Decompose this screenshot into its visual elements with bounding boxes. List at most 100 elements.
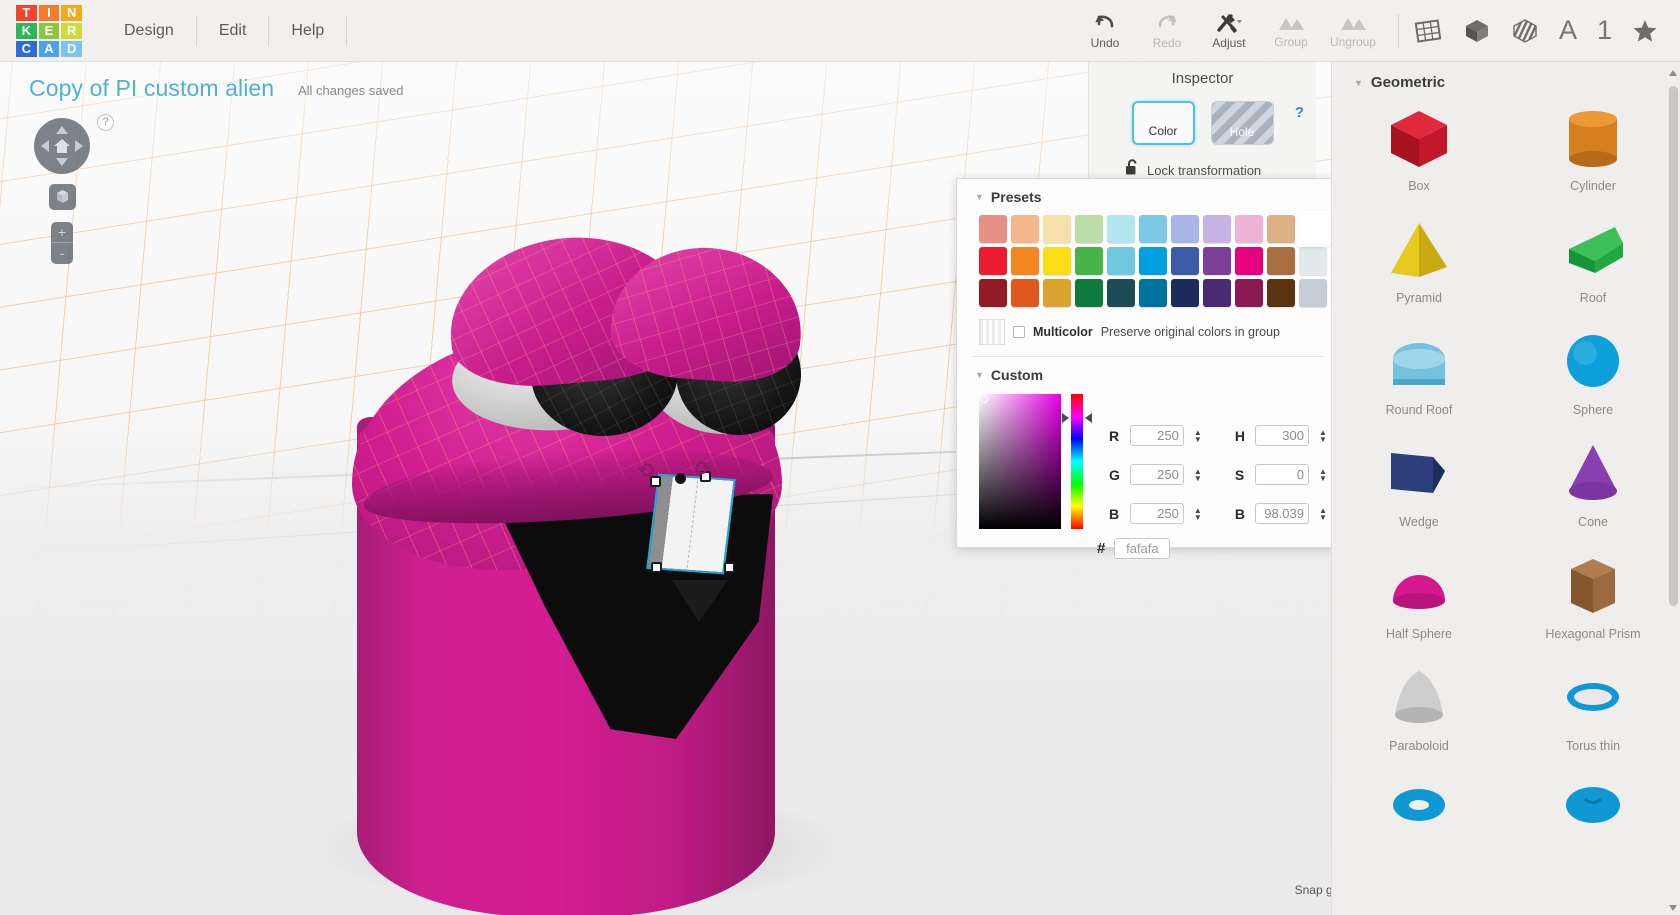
number-tool-icon[interactable]: 1 (1597, 15, 1612, 46)
shape-item-box[interactable]: Box (1332, 97, 1506, 209)
rotate-handle-right[interactable]: ⟳ (695, 456, 712, 481)
chevron-down-icon[interactable]: ▼ (975, 370, 984, 380)
shape-item-torus[interactable] (1332, 769, 1506, 881)
shape-item-round-roof[interactable]: Round Roof (1332, 321, 1506, 433)
scroll-up-icon[interactable] (1669, 70, 1677, 76)
shape-item-cone[interactable]: Cone (1506, 433, 1680, 545)
resize-handle[interactable] (724, 562, 735, 573)
custom-header[interactable]: ▼ Custom (957, 357, 1338, 383)
selected-object[interactable] (646, 473, 736, 575)
workplane-icon[interactable] (1413, 17, 1443, 45)
preset-swatch[interactable] (1011, 247, 1039, 275)
preset-swatch[interactable] (1043, 215, 1071, 243)
help-icon[interactable]: ? (97, 114, 114, 131)
r-input[interactable]: 250 (1129, 425, 1184, 446)
shape-item-wedge[interactable]: Wedge (1332, 433, 1506, 545)
menu-item-edit[interactable]: Edit (197, 15, 270, 46)
transparent-view-icon[interactable] (1511, 17, 1539, 45)
b-input[interactable]: 250 (1129, 503, 1184, 524)
preset-swatch[interactable] (979, 247, 1007, 275)
adjust-button[interactable]: Adjust (1198, 12, 1260, 50)
menu-item-design[interactable]: Design (102, 15, 197, 46)
chevron-down-icon[interactable]: ▼ (975, 192, 984, 202)
shape-item-hexagonal-prism[interactable]: Hexagonal Prism (1506, 545, 1680, 657)
scroll-down-icon[interactable] (1669, 905, 1677, 911)
preset-swatch[interactable] (1299, 247, 1327, 275)
tinkercad-logo[interactable]: T I N K E R C A D (16, 4, 82, 57)
preset-swatch[interactable] (1011, 279, 1039, 307)
pan-up-icon[interactable] (56, 126, 68, 134)
shape-item-roof[interactable]: Roof (1506, 209, 1680, 321)
preset-swatch[interactable] (1235, 279, 1263, 307)
star-icon[interactable] (1632, 18, 1658, 44)
resize-handle[interactable] (675, 473, 686, 484)
h-input[interactable]: 300 (1255, 425, 1309, 446)
preset-swatch[interactable] (1107, 247, 1135, 275)
chevron-down-icon[interactable]: ▼ (1354, 78, 1363, 88)
preset-swatch[interactable] (1267, 247, 1295, 275)
preset-swatch[interactable] (1043, 247, 1071, 275)
preset-swatch[interactable] (1203, 247, 1231, 275)
multicolor-icon[interactable] (979, 319, 1005, 345)
preset-swatch[interactable] (1203, 279, 1231, 307)
preset-swatch[interactable] (1107, 215, 1135, 243)
pan-left-icon[interactable] (41, 140, 49, 152)
view-cube-disc[interactable] (34, 118, 90, 174)
preset-swatch[interactable] (1011, 215, 1039, 243)
preset-swatch[interactable] (979, 279, 1007, 307)
ungroup-button[interactable]: Ungroup (1322, 13, 1384, 49)
g-stepper[interactable]: ▲ ▼ (1194, 467, 1203, 482)
library-scrollbar[interactable] (1669, 68, 1678, 913)
preset-swatch[interactable] (1139, 279, 1167, 307)
shape-item-half-sphere[interactable]: Half Sphere (1332, 545, 1506, 657)
multicolor-checkbox[interactable] (1013, 326, 1025, 338)
zoom-out-button[interactable]: - (51, 243, 73, 264)
menu-item-help[interactable]: Help (269, 15, 348, 46)
s-input[interactable]: 0 (1255, 464, 1309, 485)
color-swatch-button[interactable]: Color (1131, 101, 1195, 145)
preset-swatch[interactable] (1171, 279, 1199, 307)
presets-header[interactable]: ▼ Presets (957, 179, 1338, 205)
sv-cursor[interactable] (980, 395, 988, 403)
undo-button[interactable]: Undo (1074, 12, 1136, 50)
preset-swatch[interactable] (1203, 215, 1231, 243)
brightness-input[interactable]: 98.039 (1255, 503, 1309, 524)
hole-swatch-button[interactable]: Hole (1210, 101, 1274, 145)
text-tool-icon[interactable]: A (1559, 15, 1577, 46)
preset-swatch[interactable] (1235, 215, 1263, 243)
shape-item-cylinder[interactable]: Cylinder (1506, 97, 1680, 209)
group-button[interactable]: Group (1260, 13, 1322, 49)
preset-swatch[interactable] (1075, 247, 1103, 275)
preset-swatch[interactable] (1139, 215, 1167, 243)
zoom-in-button[interactable]: + (51, 222, 73, 243)
preset-swatch[interactable] (1075, 279, 1103, 307)
preset-swatch[interactable] (1267, 279, 1295, 307)
r-stepper[interactable]: ▲ ▼ (1194, 428, 1203, 443)
inspector-help-icon[interactable]: ? (1295, 104, 1304, 121)
preset-swatch[interactable] (1299, 279, 1327, 307)
preset-swatch[interactable] (1171, 215, 1199, 243)
preset-swatch[interactable] (1267, 215, 1295, 243)
fit-view-button[interactable] (49, 184, 76, 210)
preset-swatch[interactable] (1171, 247, 1199, 275)
preset-swatch[interactable] (979, 215, 1007, 243)
preset-swatch[interactable] (1107, 279, 1135, 307)
hex-input[interactable]: fafafa (1114, 538, 1171, 559)
preset-swatch-selected[interactable] (1295, 211, 1331, 247)
hue-slider[interactable] (1062, 394, 1092, 529)
preset-swatch[interactable] (1043, 279, 1071, 307)
b-stepper[interactable]: ▲ ▼ (1194, 506, 1203, 521)
shape-item-torus-thick[interactable] (1506, 769, 1680, 881)
scroll-thumb[interactable] (1669, 86, 1678, 606)
brightness-stepper[interactable]: ▲ ▼ (1319, 506, 1328, 521)
shape-item-sphere[interactable]: Sphere (1506, 321, 1680, 433)
solid-view-icon[interactable] (1463, 17, 1491, 45)
shape-item-pyramid[interactable]: Pyramid (1332, 209, 1506, 321)
pan-right-icon[interactable] (75, 140, 83, 152)
preset-swatch[interactable] (1075, 215, 1103, 243)
shape-item-torus-thin[interactable]: Torus thin (1506, 657, 1680, 769)
preset-swatch[interactable] (1139, 247, 1167, 275)
shape-item-paraboloid[interactable]: Paraboloid (1332, 657, 1506, 769)
saturation-value-box[interactable] (979, 394, 1062, 529)
library-category-header[interactable]: ▼ Geometric (1332, 62, 1680, 91)
